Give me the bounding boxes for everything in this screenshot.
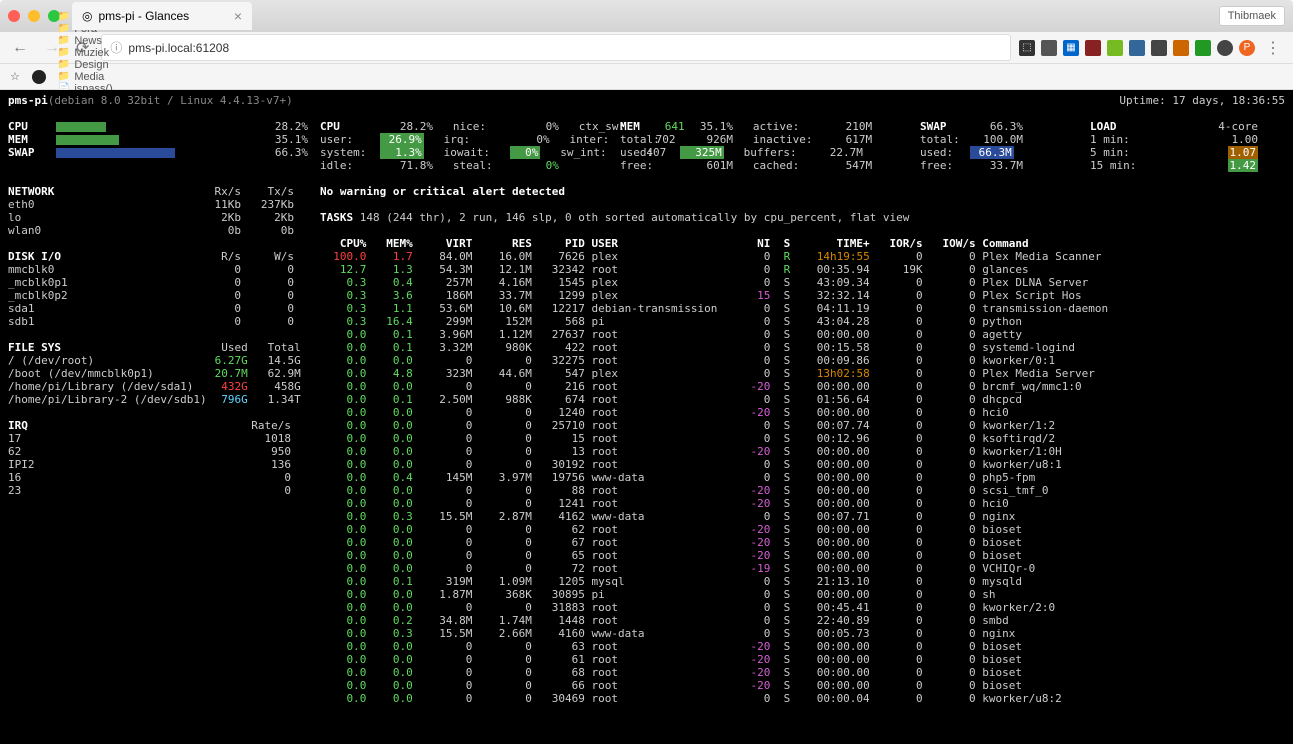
window-close-button[interactable] <box>8 10 20 22</box>
browser-tab[interactable]: ◎ pms-pi - Glances × <box>72 2 252 30</box>
bookmark-item[interactable]: Muziek <box>58 47 132 59</box>
tab-bar: ◎ pms-pi - Glances × Thibmaek <box>0 0 1293 32</box>
ext-icon[interactable] <box>1129 40 1145 56</box>
ext-icon[interactable] <box>1195 40 1211 56</box>
ext-icon[interactable] <box>1173 40 1189 56</box>
bookmark-item[interactable]: Media <box>58 71 132 83</box>
tab-close-button[interactable]: × <box>234 8 242 24</box>
ext-icon[interactable]: P <box>1239 40 1255 56</box>
bookmark-item[interactable]: Design <box>58 59 132 71</box>
ext-icon[interactable] <box>1041 40 1057 56</box>
url-input[interactable]: ⓘ pms-pi.local:61208 <box>101 34 1011 61</box>
ext-icon[interactable] <box>1107 40 1123 56</box>
address-bar-row: ← → ⟳ ⓘ pms-pi.local:61208 ⬚ ▦ P ⋮ <box>0 32 1293 64</box>
bookmarks-bar: ☆ SociaalForaNewsMuziekDesignMediajspass… <box>0 64 1293 90</box>
back-button[interactable]: ← <box>8 39 32 57</box>
window-controls <box>8 10 60 22</box>
browser-window: ◎ pms-pi - Glances × Thibmaek ← → ⟳ ⓘ pm… <box>0 0 1293 744</box>
tab-title: pms-pi - Glances <box>98 9 189 23</box>
ext-icon[interactable]: ▦ <box>1063 40 1079 56</box>
bookmark-star-icon[interactable]: ☆ <box>10 70 20 83</box>
tab-favicon: ◎ <box>82 9 92 23</box>
ext-icon[interactable] <box>1085 40 1101 56</box>
ext-icon[interactable] <box>1151 40 1167 56</box>
chrome-profile[interactable]: Thibmaek <box>1219 6 1285 26</box>
glances-terminal[interactable]: pms-pi (debian 8.0 32bit / Linux 4.4.13-… <box>0 90 1293 744</box>
bookmark-item[interactable]: News <box>58 35 132 47</box>
ext-icon[interactable]: ⬚ <box>1019 40 1035 56</box>
github-bookmark-icon[interactable] <box>32 70 46 84</box>
extension-icons: ⬚ ▦ P ⋮ <box>1019 38 1285 58</box>
window-minimize-button[interactable] <box>28 10 40 22</box>
chrome-menu-button[interactable]: ⋮ <box>1261 38 1285 58</box>
ext-icon[interactable] <box>1217 40 1233 56</box>
